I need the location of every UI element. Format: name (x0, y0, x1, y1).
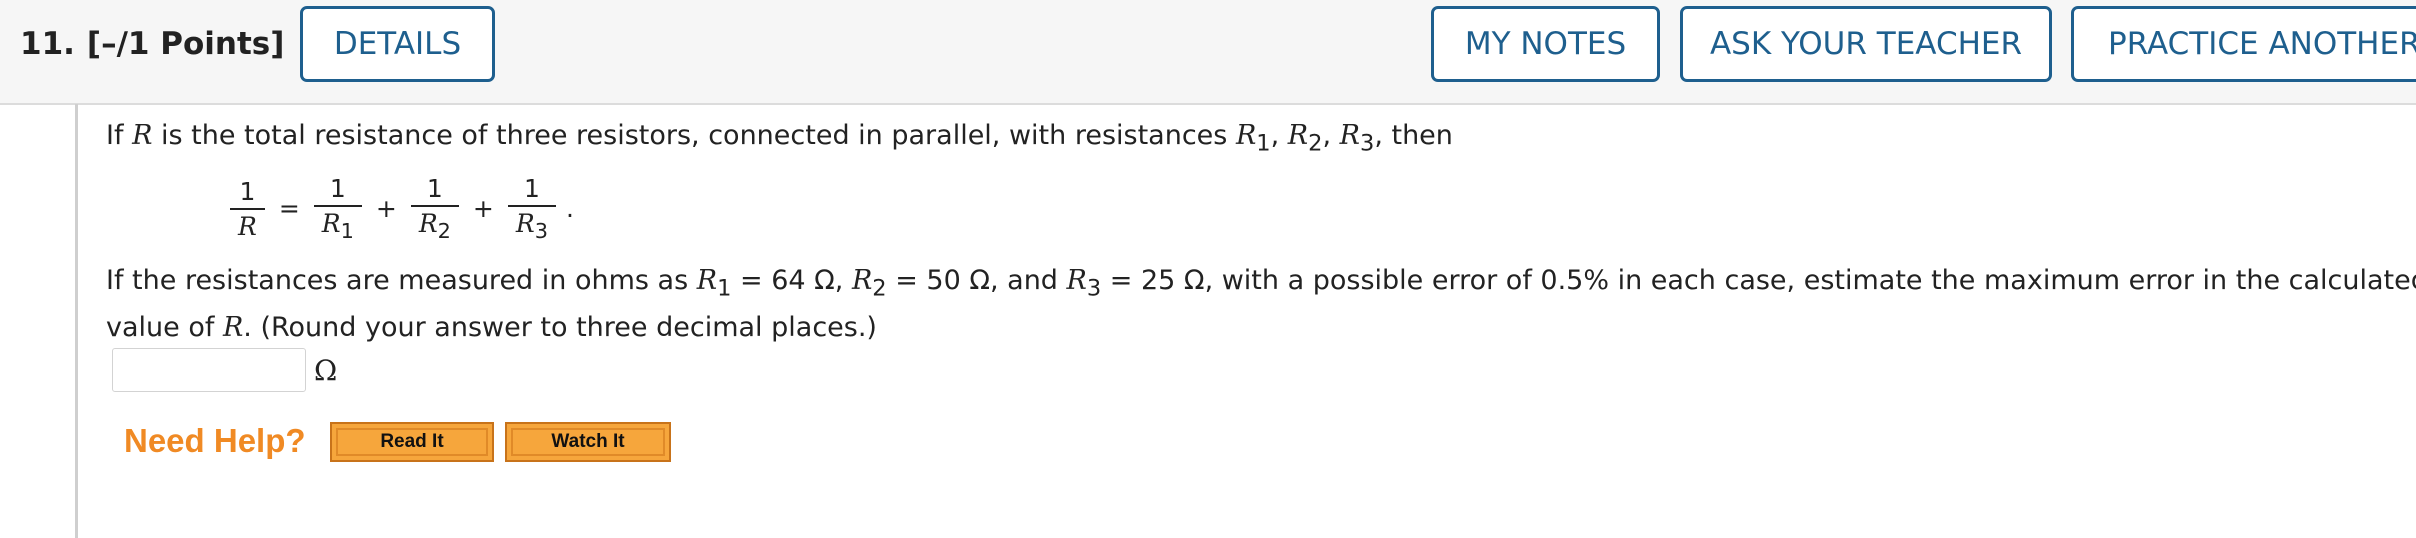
details-button[interactable]: DETAILS (300, 6, 495, 82)
question-points: [–/1 Points] (86, 26, 285, 62)
var-R2: R (1287, 120, 1309, 151)
var-R3: R (1066, 265, 1087, 296)
text: , (1270, 120, 1288, 151)
text: value of (106, 312, 223, 343)
question-header: 11. [–/1 Points] DETAILS MY NOTES ASK YOU… (0, 0, 2416, 105)
numerator: 1 (329, 174, 346, 203)
var-R1: R (1235, 120, 1257, 151)
ask-your-teacher-button[interactable]: ASK YOUR TEACHER (1680, 6, 2052, 82)
subscript: 2 (872, 275, 887, 302)
read-it-label: Read It (336, 428, 488, 456)
question-left-rule (75, 104, 78, 538)
text: If the resistances are measured in ohms … (106, 265, 697, 296)
subscript: 1 (717, 275, 732, 302)
var-R: R (321, 209, 341, 238)
text: , (1322, 120, 1340, 151)
answer-unit-ohm: Ω (314, 354, 338, 387)
numerator: 1 (239, 176, 256, 206)
denominator: R3 (508, 207, 556, 243)
var-R3: R (1339, 120, 1360, 151)
question-index: 11. (20, 26, 75, 62)
fraction-1-over-R2: 1 R2 (410, 174, 459, 243)
practice-another-button[interactable]: PRACTICE ANOTHER (2071, 6, 2416, 82)
subscript: 1 (340, 219, 354, 243)
numerator: 1 (523, 174, 540, 203)
watch-it-button[interactable]: Watch It (505, 422, 671, 462)
var-R: R (222, 312, 244, 343)
problem-given-values: If the resistances are measured in ohms … (106, 265, 2416, 301)
text: , then (1374, 120, 1453, 151)
my-notes-button[interactable]: MY NOTES (1431, 6, 1660, 82)
equals-sign: = (278, 194, 300, 223)
answer-input[interactable] (112, 348, 306, 392)
problem-intro: If R is the total resistance of three re… (106, 120, 1453, 156)
plus-sign: + (472, 194, 494, 223)
denominator: R2 (411, 207, 459, 243)
fraction-1-over-R: 1 R (230, 177, 265, 241)
denominator: R (238, 211, 257, 241)
value-R2: = 50 Ω, and (886, 265, 1067, 296)
subscript: 3 (534, 219, 548, 243)
period: . (565, 194, 574, 223)
parallel-resistance-formula: 1 R = 1 R1 + 1 R2 + 1 R3 . (224, 174, 582, 243)
subscript: 3 (1086, 275, 1102, 302)
value-R3: = 25 Ω, with a possible error of 0.5% in… (1101, 265, 2416, 296)
text: is the total resistance of three resisto… (152, 120, 1236, 151)
text: . (Round your answer to three decimal pl… (243, 312, 877, 343)
var-R2: R (851, 265, 873, 296)
fraction-1-over-R3: 1 R3 (507, 174, 556, 243)
plus-sign: + (375, 194, 397, 223)
denominator: R1 (314, 207, 362, 243)
read-it-button[interactable]: Read It (330, 422, 494, 462)
subscript: 2 (437, 219, 451, 243)
question-number: 11. [–/1 Points] (20, 26, 296, 62)
var-R: R (418, 209, 438, 238)
value-R1: = 64 Ω, (731, 265, 852, 296)
numerator: 1 (426, 174, 443, 203)
subscript: 1 (1256, 130, 1271, 157)
subscript: 3 (1359, 130, 1375, 157)
var-R: R (515, 209, 535, 238)
need-help-label: Need Help? (124, 422, 306, 459)
subscript: 2 (1308, 130, 1323, 157)
watch-it-label: Watch It (511, 428, 665, 456)
fraction-1-over-R1: 1 R1 (313, 174, 362, 243)
var-R: R (132, 120, 153, 151)
var-R1: R (696, 265, 718, 296)
text: If (106, 120, 133, 151)
problem-instruction: value of R. (Round your answer to three … (106, 312, 877, 343)
